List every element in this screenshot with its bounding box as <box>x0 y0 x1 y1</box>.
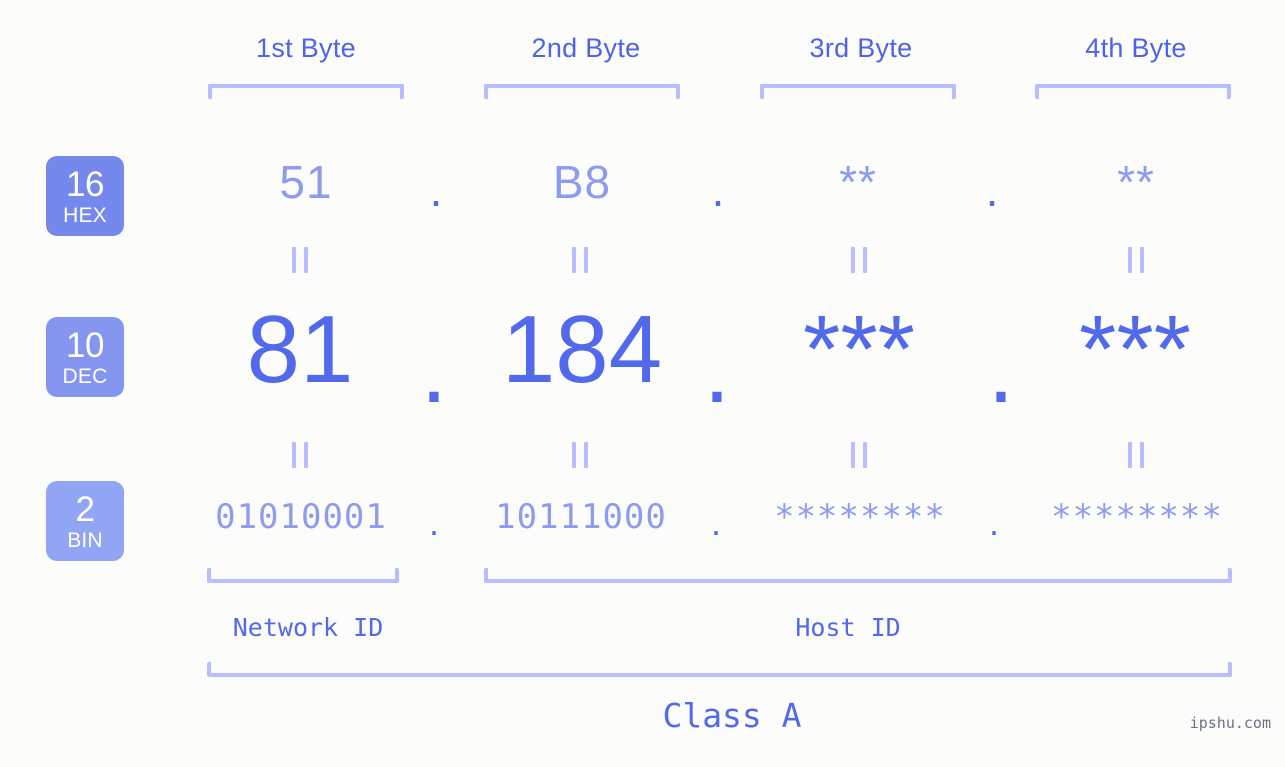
bin-byte-4: ******** <box>1051 497 1223 537</box>
base-badge-bin-number: 2 <box>75 489 95 529</box>
dec-byte-3: *** <box>802 296 916 403</box>
class-bracket <box>207 662 1232 677</box>
equals-mark-hex-dec-4 <box>1128 247 1144 273</box>
network-id-label: Network ID <box>232 613 384 642</box>
equals-mark-hex-dec-3 <box>851 247 867 273</box>
equals-mark-dec-bin-1 <box>292 442 308 468</box>
network-id-bracket <box>207 568 399 583</box>
base-badge-dec-label: DEC <box>62 364 108 388</box>
equals-mark-dec-bin-4 <box>1128 442 1144 468</box>
byte-bracket-4 <box>1035 84 1231 99</box>
bin-byte-3: ******** <box>774 497 946 537</box>
hex-byte-4: ** <box>1117 156 1155 208</box>
equals-mark-dec-bin-2 <box>572 442 588 468</box>
byte-header-1: 1st Byte <box>256 33 356 63</box>
base-badge-bin: 2 BIN <box>46 481 124 561</box>
base-badge-hex-number: 16 <box>66 164 104 204</box>
host-id-bracket <box>484 568 1232 583</box>
byte-bracket-3 <box>760 84 956 99</box>
bin-byte-1: 01010001 <box>215 497 387 537</box>
equals-mark-dec-bin-3 <box>851 442 867 468</box>
dec-byte-4: *** <box>1078 296 1192 403</box>
hex-byte-2: B8 <box>552 156 612 208</box>
byte-bracket-1 <box>208 84 404 99</box>
base-badge-dec: 10 DEC <box>46 317 124 397</box>
hex-byte-3: ** <box>839 156 877 208</box>
hex-byte-1: 51 <box>279 156 333 208</box>
base-badge-hex-label: HEX <box>63 203 107 227</box>
byte-header-4: 4th Byte <box>1085 33 1187 63</box>
host-id-label: Host ID <box>795 613 901 642</box>
byte-bracket-2 <box>484 84 680 99</box>
ip-address-breakdown-diagram: 1st Byte 2nd Byte 3rd Byte 4th Byte 16 H… <box>0 0 1285 767</box>
equals-mark-hex-dec-1 <box>292 247 308 273</box>
class-label: Class A <box>662 696 802 735</box>
base-badge-dec-number: 10 <box>66 325 104 365</box>
base-badge-bin-label: BIN <box>67 528 103 552</box>
dec-byte-1: 81 <box>246 296 354 403</box>
equals-mark-hex-dec-2 <box>572 247 588 273</box>
base-badge-hex: 16 HEX <box>46 156 124 236</box>
bin-byte-2: 10111000 <box>495 497 667 537</box>
dec-byte-2: 184 <box>501 296 663 403</box>
site-watermark: ipshu.com <box>1189 714 1271 732</box>
byte-header-3: 3rd Byte <box>809 33 913 63</box>
byte-header-2: 2nd Byte <box>531 33 641 63</box>
